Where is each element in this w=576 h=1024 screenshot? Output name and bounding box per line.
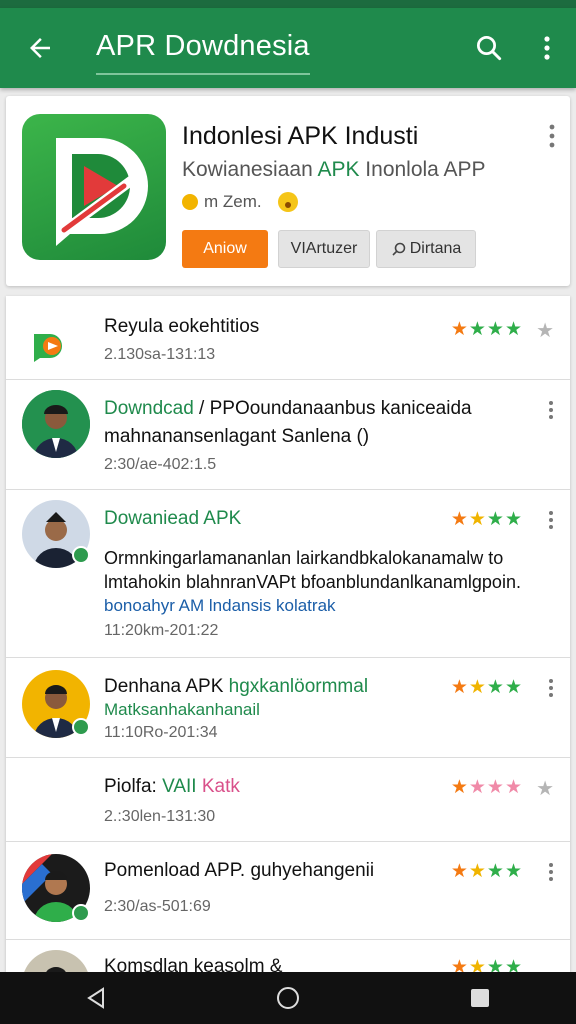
search-action-button[interactable]: Dirtana: [376, 230, 476, 268]
rating-stars: ★ ★ ★ ★: [450, 957, 522, 972]
nav-back-icon[interactable]: [56, 972, 136, 1024]
item-title-black: Piolfa:: [104, 776, 163, 797]
rating-stars: ★ ★ ★ ★: [450, 777, 522, 798]
more-vert-icon[interactable]: [518, 8, 576, 88]
list-item[interactable]: Pomenload APP. guhyehangenii 2:30/as-501…: [6, 842, 570, 940]
rating-stars: ★ ★ ★ ★: [450, 861, 522, 882]
item-date: 2.:30len-131:30: [104, 808, 216, 825]
item-title: Reyula eokehtitios: [104, 316, 260, 337]
search-field[interactable]: APR Dowdnesia: [80, 8, 460, 88]
arrow-back-icon[interactable]: [0, 8, 80, 88]
avatar: [22, 390, 90, 458]
item-title-rest: / PPOoundanaanbus kaniceaida: [193, 398, 472, 419]
app-subtitle-suffix: Inonlola APP: [359, 158, 486, 181]
verified-icon: [72, 718, 90, 736]
item-title-green: VAII: [162, 776, 197, 797]
item-title-black: Denhana APK: [104, 676, 229, 697]
more-vert-icon[interactable]: [548, 400, 554, 425]
item-body-line-3: bonoahyr AM lndansis kolatrak: [104, 596, 336, 615]
rating-stars: ★ ★ ★ ★: [450, 319, 522, 340]
search-small-icon: [392, 242, 406, 256]
app-subtitle-green: APK: [317, 158, 360, 181]
search-icon[interactable]: [460, 8, 518, 88]
app-meta-text: m Zem.: [204, 192, 262, 211]
emoji-face-icon: [277, 192, 298, 212]
more-vert-icon[interactable]: [548, 510, 554, 535]
app-bar: APR Dowdnesia: [0, 8, 576, 88]
item-title: Denhana APK hgxkanlöormmal: [104, 676, 368, 698]
nav-home-icon[interactable]: [248, 972, 328, 1024]
item-body-line-2: lmtahokin blahnranVAPt bfoanblundanlkana…: [104, 572, 521, 592]
app-bar-title: APR Dowdnesia: [96, 30, 310, 62]
list-item[interactable]: Komsdlan keasolm & ★ ★ ★ ★: [6, 940, 570, 972]
item-title: Komsdlan keasolm &: [104, 956, 283, 972]
verified-icon: [72, 546, 90, 564]
item-body-line-1: Ormnkingarlamananlan lairkandbkalokanama…: [104, 548, 504, 568]
item-subtitle: mahnanansenlagant Sanlena (): [104, 426, 370, 447]
item-title: Dowaniead APK: [104, 508, 242, 529]
item-title-pink: Katk: [196, 776, 240, 797]
card-more-icon[interactable]: [548, 124, 556, 153]
install-button[interactable]: Aniow: [182, 230, 268, 268]
item-date: 2:30/as-501:69: [104, 898, 211, 915]
app-subtitle-prefix: Kowianesiaan: [182, 158, 318, 181]
list-item[interactable]: Dowaniead APK Ormnkingarlamananlan lairk…: [6, 490, 570, 658]
item-date: 2.130sa-131:13: [104, 346, 216, 363]
item-subtitle: Matksanhakanhanail: [104, 700, 260, 719]
app-header-card: Indonlesi APK Industi Kowianesiaan APK I…: [6, 96, 570, 286]
item-date: 2:30/ae-402:1.5: [104, 456, 217, 473]
item-title-green: hgxkanlöormmal: [228, 676, 369, 697]
search-underline: [96, 73, 310, 75]
verified-icon: [72, 904, 90, 922]
coin-icon: [182, 194, 198, 210]
favorite-star-icon[interactable]: ★: [536, 318, 554, 343]
list-item[interactable]: Downdcad / PPOoundanaanbus kaniceaida ma…: [6, 380, 570, 490]
review-list: Reyula eokehtitios 2.130sa-131:13 ★ ★ ★ ★ ★…: [6, 296, 570, 972]
more-vert-icon[interactable]: [548, 862, 554, 887]
search-action-label: Dirtana: [409, 240, 462, 257]
list-item[interactable]: Piolfa: VAII Katk 2.:30len-131:30 ★ ★ ★ ★ ★: [6, 758, 570, 842]
item-title: Downdcad / PPOoundanaanbus kaniceaida: [104, 398, 472, 420]
rating-stars: ★ ★ ★ ★: [450, 677, 522, 698]
list-item[interactable]: Reyula eokehtitios 2.130sa-131:13 ★ ★ ★ ★ ★: [6, 296, 570, 380]
rating-stars: ★ ★ ★ ★: [450, 509, 522, 530]
item-title-green: Downdcad: [104, 398, 194, 419]
item-date: 11:20km-201:22: [104, 622, 219, 639]
system-nav-bar: [0, 972, 576, 1024]
avatar: [22, 950, 90, 972]
app-name: Indonlesi APK Industi: [182, 122, 419, 150]
secondary-button[interactable]: VIArtuzer: [278, 230, 370, 268]
app-mini-logo-icon: [22, 310, 82, 370]
list-item[interactable]: Denhana APK hgxkanlöormmal Matksanhakanh…: [6, 658, 570, 758]
app-logo-icon[interactable]: [22, 114, 166, 260]
app-subtitle: Kowianesiaan APK Inonlola APP: [182, 158, 486, 182]
item-title: Piolfa: VAII Katk: [104, 776, 240, 798]
item-title: Pomenload APP. guhyehangenii: [104, 860, 375, 881]
more-vert-icon[interactable]: [548, 678, 554, 703]
app-meta: m Zem.: [182, 192, 298, 212]
nav-recents-icon[interactable]: [440, 972, 520, 1024]
item-date: 11:10Ro-201:34: [104, 724, 218, 741]
favorite-star-icon[interactable]: ★: [536, 776, 554, 801]
status-bar: [0, 0, 576, 8]
